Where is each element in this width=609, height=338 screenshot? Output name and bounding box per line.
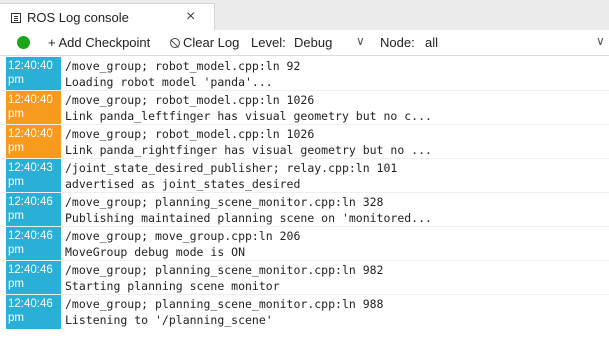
timestamp-badge: 12:40:43 pm xyxy=(6,159,61,193)
log-message: /move_group; planning_scene_monitor.cpp:… xyxy=(65,296,384,328)
log-message: /move_group; planning_scene_monitor.cpp:… xyxy=(65,262,384,294)
log-source: /move_group; planning_scene_monitor.cpp:… xyxy=(65,263,384,277)
log-source: /move_group; move_group.cpp:ln 206 xyxy=(65,229,301,243)
clear-log-button[interactable]: Clear Log xyxy=(170,35,239,50)
log-source: /move_group; robot_model.cpp:ln 1026 xyxy=(65,93,315,107)
log-text: Link panda_rightfinger has visual geomet… xyxy=(65,143,432,157)
timestamp-badge: 12:40:46 pm xyxy=(6,193,61,227)
log-message: /move_group; planning_scene_monitor.cpp:… xyxy=(65,194,432,226)
log-source: /move_group; robot_model.cpp:ln 92 xyxy=(65,59,301,73)
tab-ros-log-console[interactable]: ROS Log console × xyxy=(0,3,215,30)
add-checkpoint-button[interactable]: + Add Checkpoint xyxy=(48,35,150,50)
close-icon[interactable]: × xyxy=(186,8,195,26)
log-source: /joint_state_desired_publisher; relay.cp… xyxy=(65,161,398,175)
timestamp-badge: 12:40:40 pm xyxy=(6,57,61,91)
log-text: Starting planning scene monitor xyxy=(65,279,280,293)
node-chevron-down-icon[interactable]: ∨ xyxy=(596,34,605,48)
log-source: /move_group; robot_model.cpp:ln 1026 xyxy=(65,127,315,141)
clear-icon xyxy=(170,38,180,48)
log-entry[interactable]: 12:40:46 pm /move_group; planning_scene_m… xyxy=(0,193,609,227)
log-text: Link panda_leftfinger has visual geometr… xyxy=(65,109,432,123)
level-chevron-down-icon[interactable]: ∨ xyxy=(356,34,365,48)
level-value: Debug xyxy=(294,35,333,50)
log-entry[interactable]: 12:40:46 pm /move_group; move_group.cpp:l… xyxy=(0,227,609,261)
tab-title: ROS Log console xyxy=(27,10,129,25)
node-select[interactable]: all xyxy=(425,35,438,50)
node-label: Node: xyxy=(380,35,415,50)
timestamp-badge: 12:40:46 pm xyxy=(6,227,61,261)
log-text: advertised as joint_states_desired xyxy=(65,177,301,191)
timestamp-badge: 12:40:46 pm xyxy=(6,295,61,329)
log-message: /joint_state_desired_publisher; relay.cp… xyxy=(65,160,397,192)
log-entry[interactable]: 12:40:43 pm /joint_state_desired_publishe… xyxy=(0,159,609,193)
log-entry[interactable]: 12:40:40 pm /move_group; robot_model.cpp:… xyxy=(0,91,609,125)
log-source: /move_group; planning_scene_monitor.cpp:… xyxy=(65,297,384,311)
log-text: Loading robot model 'panda'... xyxy=(65,75,273,89)
node-value: all xyxy=(425,35,439,50)
tab-bar: ROS Log console × xyxy=(0,0,609,30)
log-text: Publishing maintained planning scene on … xyxy=(65,211,432,225)
log-entry[interactable]: 12:40:40 pm /move_group; robot_model.cpp:… xyxy=(0,57,609,91)
log-message: /move_group; robot_model.cpp:ln 92 Loadi… xyxy=(65,58,300,90)
level-label: Level: xyxy=(251,35,286,50)
log-entry[interactable]: 12:40:40 pm /move_group; robot_model.cpp:… xyxy=(0,125,609,159)
log-source: /move_group; planning_scene_monitor.cpp:… xyxy=(65,195,384,209)
log-text: MoveGroup debug mode is ON xyxy=(65,245,246,259)
toolbar: + Add Checkpoint Clear Log Level: Debug … xyxy=(0,30,609,56)
clear-log-label: Clear Log xyxy=(183,35,240,50)
log-entry[interactable]: 12:40:46 pm /move_group; planning_scene_m… xyxy=(0,295,609,329)
log-document-icon xyxy=(11,13,21,23)
log-list: 12:40:40 pm /move_group; robot_model.cpp:… xyxy=(0,57,609,329)
timestamp-badge: 12:40:46 pm xyxy=(6,261,61,295)
log-text: Listening to '/planning_scene' xyxy=(65,313,273,327)
log-message: /move_group; move_group.cpp:ln 206 MoveG… xyxy=(65,228,300,260)
status-indicator-icon xyxy=(17,36,30,49)
level-select[interactable]: Debug xyxy=(294,35,332,50)
log-entry[interactable]: 12:40:46 pm /move_group; planning_scene_m… xyxy=(0,261,609,295)
log-message: /move_group; robot_model.cpp:ln 1026 Lin… xyxy=(65,126,432,158)
timestamp-badge: 12:40:40 pm xyxy=(6,91,61,125)
log-message: /move_group; robot_model.cpp:ln 1026 Lin… xyxy=(65,92,432,124)
timestamp-badge: 12:40:40 pm xyxy=(6,125,61,159)
